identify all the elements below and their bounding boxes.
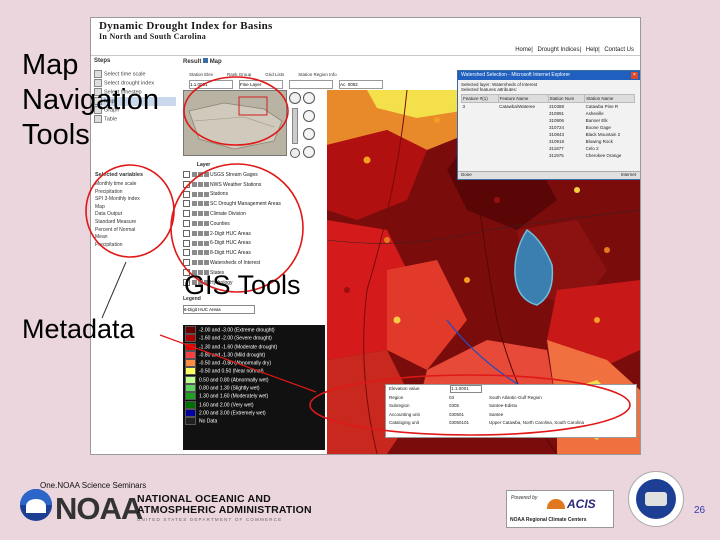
- metadata-pointer-line: [159, 334, 317, 393]
- noaa-department: UNITED STATES DEPARTMENT OF COMMERCE: [137, 517, 283, 522]
- acis-caption: NOAA Regional Climate Centers: [510, 517, 587, 523]
- noaa-wordmark: NOAA: [55, 491, 143, 526]
- seminar-footer: One.NOAA Science Seminars: [40, 481, 147, 490]
- metadata-ellipse: [85, 164, 175, 258]
- powered-by-text: Powered by: [511, 495, 538, 501]
- acis-text: ACIS: [567, 497, 596, 511]
- acis-swoosh-icon: [547, 499, 565, 509]
- nav-tools-ellipse: [183, 76, 289, 146]
- noaa-full-name: NATIONAL OCEANIC AND ATMOSPHERIC ADMINIS…: [137, 493, 312, 516]
- map-nav-tools-annotation: Map Navigation Tools: [22, 49, 160, 151]
- metadata-table-ellipse: [309, 374, 631, 436]
- regional-climate-centers-seal: [628, 471, 684, 527]
- metadata-callout-line: [101, 261, 127, 319]
- metadata-annotation: Metadata: [22, 314, 135, 344]
- acis-logo: Powered by ACIS NOAA Regional Climate Ce…: [506, 490, 614, 528]
- noaa-logo-icon: [20, 489, 52, 521]
- page-number: 26: [694, 505, 706, 516]
- gis-tools-annotation: GIS Tools: [184, 270, 301, 300]
